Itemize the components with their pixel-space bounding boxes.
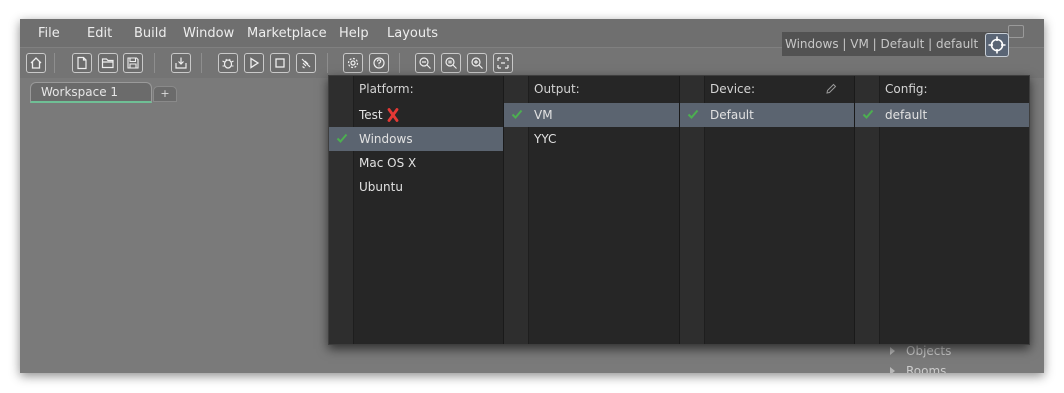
platform-row-macos[interactable]: Mac OS X bbox=[329, 151, 503, 175]
fit-icon[interactable] bbox=[493, 53, 513, 73]
menu-build[interactable]: Build bbox=[134, 26, 167, 41]
expand-arrow-icon[interactable] bbox=[890, 367, 895, 373]
menu-layouts[interactable]: Layouts bbox=[387, 26, 438, 41]
crosshair-icon bbox=[988, 36, 1006, 54]
config-row-default[interactable]: default bbox=[855, 103, 1029, 127]
output-row-yyc[interactable]: YYC bbox=[504, 127, 679, 151]
asset-tree-item-objects[interactable]: Objects bbox=[890, 344, 951, 358]
tab-label: Workspace 1 bbox=[41, 85, 119, 99]
output-row-vm[interactable]: VM bbox=[504, 103, 679, 127]
settings-icon[interactable] bbox=[343, 53, 363, 73]
target-popup: Platform: Test Windows Mac OS X Ubuntu O… bbox=[328, 75, 1030, 345]
stop-icon[interactable] bbox=[270, 53, 290, 73]
device-row-default[interactable]: Default bbox=[680, 103, 854, 127]
edit-pencil-icon[interactable] bbox=[825, 83, 837, 95]
workspace-tab-bar: Workspace 1 + bbox=[20, 78, 330, 103]
zoom-reset-icon[interactable] bbox=[441, 53, 461, 73]
error-x-icon bbox=[387, 108, 399, 122]
platform-label: Mac OS X bbox=[359, 156, 417, 170]
play-icon[interactable] bbox=[244, 53, 264, 73]
menu-file[interactable]: File bbox=[38, 26, 60, 41]
help-icon[interactable] bbox=[369, 53, 389, 73]
open-folder-icon[interactable] bbox=[98, 53, 118, 73]
config-column: Config: default bbox=[855, 76, 1029, 344]
menu-window[interactable]: Window bbox=[183, 26, 234, 41]
config-header: Config: bbox=[885, 82, 928, 96]
zoom-out-icon[interactable] bbox=[415, 53, 435, 73]
toolbar-separator bbox=[54, 53, 55, 73]
target-selector[interactable]: Windows | VM | Default | default bbox=[782, 32, 1008, 56]
platform-row-test[interactable]: Test bbox=[329, 103, 503, 127]
clean-icon[interactable] bbox=[296, 53, 316, 73]
menu-edit[interactable]: Edit bbox=[87, 26, 112, 41]
check-icon bbox=[862, 109, 874, 119]
platform-row-ubuntu[interactable]: Ubuntu bbox=[329, 175, 503, 199]
toolbar-separator bbox=[399, 53, 400, 73]
output-column: Output: VM YYC bbox=[504, 76, 679, 344]
chat-icon[interactable] bbox=[1008, 25, 1024, 38]
menu-help[interactable]: Help bbox=[339, 26, 369, 41]
add-workspace-button[interactable]: + bbox=[153, 86, 177, 102]
target-manager-button[interactable] bbox=[985, 33, 1009, 57]
platform-column: Platform: Test Windows Mac OS X Ubuntu bbox=[329, 76, 503, 344]
output-label: VM bbox=[534, 108, 553, 122]
target-summary-text: Windows | VM | Default | default bbox=[785, 37, 979, 51]
expand-arrow-icon[interactable] bbox=[890, 347, 895, 355]
check-icon bbox=[336, 133, 348, 143]
asset-tree-label: Rooms bbox=[906, 364, 947, 373]
platform-label: Test bbox=[359, 108, 399, 122]
tab-workspace-1[interactable]: Workspace 1 bbox=[30, 82, 152, 103]
home-icon[interactable] bbox=[26, 53, 46, 73]
output-label: YYC bbox=[534, 132, 557, 146]
package-icon[interactable] bbox=[171, 53, 191, 73]
device-header: Device: bbox=[710, 82, 756, 96]
config-label: default bbox=[885, 108, 928, 122]
new-file-icon[interactable] bbox=[72, 53, 92, 73]
platform-row-windows[interactable]: Windows bbox=[329, 127, 503, 151]
platform-header: Platform: bbox=[359, 82, 414, 96]
toolbar-separator bbox=[327, 53, 328, 73]
device-label: Default bbox=[710, 108, 754, 122]
asset-tree-label: Objects bbox=[906, 344, 952, 358]
debug-icon[interactable] bbox=[218, 53, 238, 73]
save-icon[interactable] bbox=[123, 53, 143, 73]
toolbar-separator bbox=[201, 53, 202, 73]
platform-label: Ubuntu bbox=[359, 180, 403, 194]
check-icon bbox=[687, 109, 699, 119]
zoom-in-icon[interactable] bbox=[467, 53, 487, 73]
check-icon bbox=[511, 109, 523, 119]
asset-tree-item-rooms[interactable]: Rooms bbox=[890, 364, 946, 373]
menu-marketplace[interactable]: Marketplace bbox=[247, 26, 327, 41]
output-header: Output: bbox=[534, 82, 580, 96]
platform-label: Windows bbox=[359, 132, 413, 146]
toolbar-separator bbox=[154, 53, 155, 73]
device-column: Device: Default bbox=[680, 76, 854, 344]
